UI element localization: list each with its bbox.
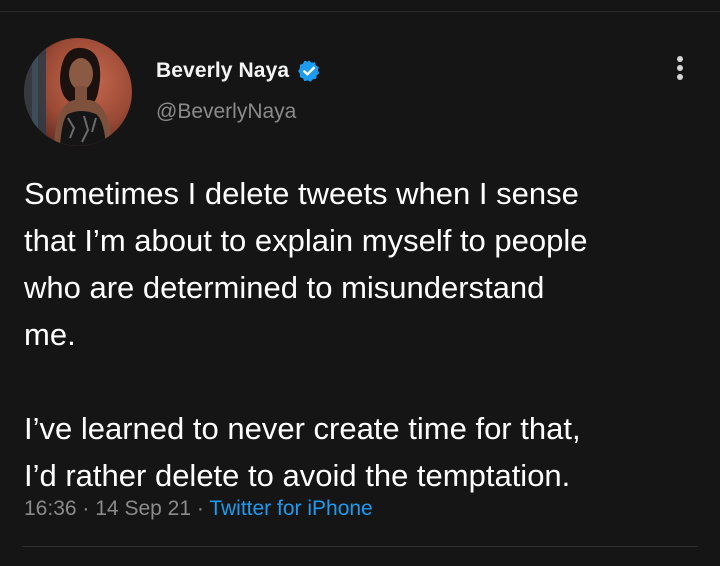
- verified-badge-icon: [297, 59, 321, 83]
- more-vertical-icon[interactable]: [668, 54, 692, 84]
- author-name-row[interactable]: Beverly Naya: [156, 56, 321, 86]
- tweet-time[interactable]: 16:36: [24, 497, 77, 520]
- author-handle[interactable]: @BeverlyNaya: [156, 100, 296, 124]
- tweet-date[interactable]: 14 Sep 21: [95, 497, 191, 520]
- avatar[interactable]: [24, 38, 132, 146]
- display-name[interactable]: Beverly Naya: [156, 59, 289, 83]
- profile-photo: [24, 38, 132, 146]
- tweet-source-link[interactable]: Twitter for iPhone: [209, 497, 372, 520]
- top-divider: [0, 11, 720, 12]
- meta-separator: ·: [196, 497, 204, 520]
- tweet-metadata: 16:36 · 14 Sep 21 · Twitter for iPhone: [24, 497, 373, 521]
- tweet-text: Sometimes I delete tweets when I sense t…: [24, 176, 588, 493]
- meta-separator: ·: [82, 497, 90, 520]
- bottom-divider: [22, 546, 698, 547]
